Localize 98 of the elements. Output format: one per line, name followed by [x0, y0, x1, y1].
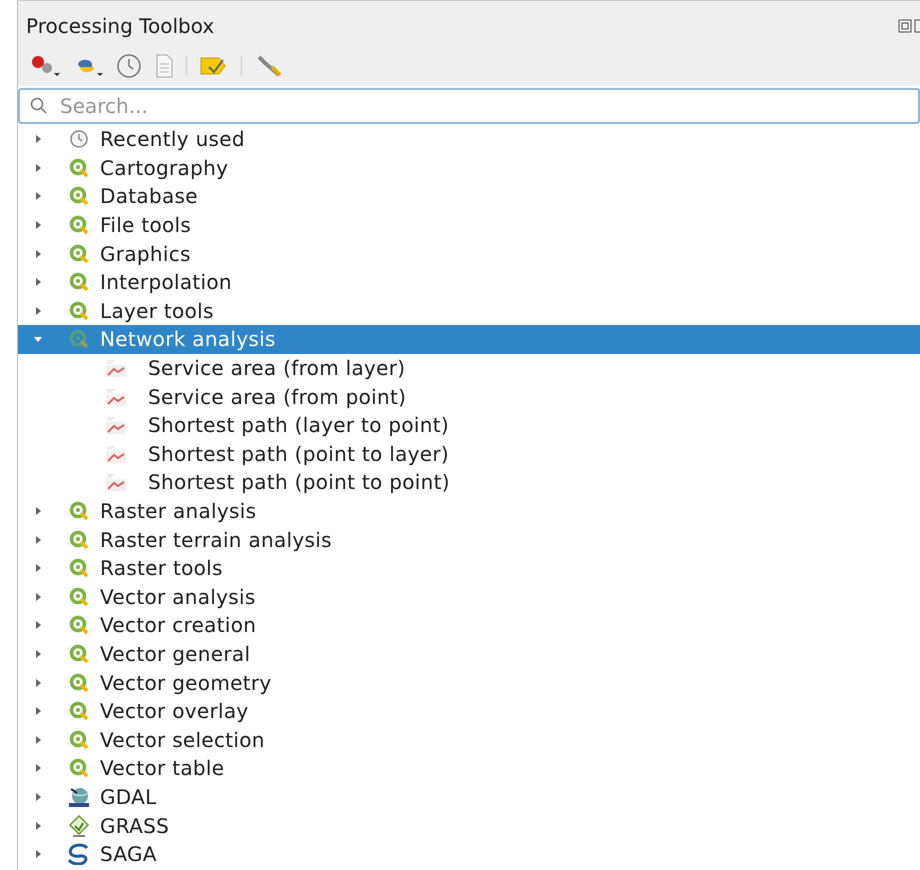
tree-item[interactable]: GDAL	[18, 782, 920, 812]
tree-item-label: File tools	[100, 212, 192, 240]
tree-item-label: Shortest path (layer to point)	[148, 412, 450, 440]
collapsed-arrow-icon[interactable]	[33, 134, 43, 144]
tree-item-label: Vector table	[100, 755, 224, 782]
qgis-logo-icon	[69, 672, 89, 693]
tree-item[interactable]: Shortest path (layer to point)	[18, 410, 920, 440]
tree-item-label: Shortest path (point to point)	[148, 469, 450, 496]
tree-item-label: Cartography	[100, 154, 228, 182]
tree-item-label: Recently used	[100, 126, 245, 154]
tree-item[interactable]: Service area (from layer)	[18, 354, 920, 382]
collapsed-arrow-icon[interactable]	[33, 792, 43, 802]
tree-item[interactable]: Raster analysis	[18, 496, 920, 526]
qgis-logo-icon	[69, 329, 89, 350]
tree-item[interactable]: Vector table	[18, 754, 920, 783]
tree-item-label: Vector selection	[100, 726, 265, 754]
collapsed-arrow-icon[interactable]	[33, 706, 43, 716]
tree-item-label: Vector analysis	[100, 584, 256, 611]
collapsed-arrow-icon[interactable]	[33, 849, 43, 860]
tree-item-label: Shortest path (point to layer)	[148, 440, 450, 468]
tree-item[interactable]: Vector general	[18, 640, 920, 668]
collapsed-arrow-icon[interactable]	[33, 563, 43, 574]
clock-icon[interactable]	[116, 53, 142, 79]
qgis-logo-icon	[69, 644, 89, 664]
collapsed-arrow-icon[interactable]	[33, 763, 43, 774]
tree-item[interactable]: SAGA	[18, 840, 920, 868]
tree-item[interactable]: Layer tools	[18, 296, 920, 326]
collapsed-arrow-icon[interactable]	[33, 620, 43, 630]
saga-logo-icon	[67, 843, 91, 866]
tree-item-label: Graphics	[100, 240, 191, 268]
qgis-logo-icon	[69, 300, 89, 321]
search-icon	[30, 97, 48, 115]
tree-item[interactable]: Network analysis	[18, 325, 920, 354]
tree-item[interactable]: Service area (from point)	[18, 382, 920, 411]
collapsed-arrow-icon[interactable]	[33, 191, 43, 202]
float-icon[interactable]	[898, 18, 912, 32]
qgis-logo-icon	[69, 501, 89, 522]
tree-item[interactable]: Graphics	[18, 239, 920, 268]
qgis-logo-icon	[69, 758, 89, 778]
collapsed-arrow-icon[interactable]	[33, 248, 43, 259]
tree-item-label: GDAL	[100, 784, 157, 811]
collapsed-arrow-icon[interactable]	[33, 592, 43, 602]
tree-item-label: Vector general	[100, 640, 250, 668]
tree-item[interactable]: File tools	[18, 210, 920, 240]
search-field[interactable]: Search...	[18, 88, 920, 124]
collapsed-arrow-icon[interactable]	[33, 648, 43, 659]
panel-title: Processing Toolbox	[26, 12, 214, 40]
tree-item-label: Raster terrain analysis	[100, 526, 332, 554]
tree-item-label: Layer tools	[100, 298, 214, 325]
tree-item[interactable]: Vector overlay	[18, 696, 920, 726]
tree-item-label: Vector overlay	[100, 698, 249, 726]
tree-item[interactable]: Vector geometry	[18, 668, 920, 697]
tree-item-label: Service area (from layer)	[148, 355, 406, 382]
tree-item-label: Vector geometry	[100, 670, 272, 697]
qgis-logo-icon	[69, 244, 89, 264]
collapsed-arrow-icon[interactable]	[33, 534, 43, 545]
qgis-logo-icon	[69, 158, 89, 178]
grass-logo-icon	[68, 814, 90, 837]
qgis-logo-icon	[69, 558, 89, 578]
tree-item-label: Raster analysis	[100, 498, 256, 526]
collapsed-arrow-icon[interactable]	[33, 277, 43, 288]
tree-item-label: SAGA	[100, 841, 157, 868]
qgis-logo-icon	[69, 586, 89, 607]
qgis-logo-icon	[69, 730, 89, 750]
tree-item[interactable]: Cartography	[18, 154, 920, 182]
collapsed-arrow-icon[interactable]	[33, 306, 43, 316]
tree-item[interactable]: Shortest path (point to layer)	[18, 440, 920, 468]
tree-item[interactable]: Recently used	[18, 125, 920, 154]
expanded-arrow-icon[interactable]	[33, 334, 43, 344]
collapsed-arrow-icon[interactable]	[33, 220, 43, 230]
qgis-logo-icon	[69, 615, 89, 636]
qgis-logo-icon	[69, 186, 89, 206]
qgis-logo-icon	[69, 701, 89, 722]
qgis-logo-icon	[69, 272, 89, 292]
tree-item[interactable]: Raster tools	[18, 554, 920, 582]
tree-item[interactable]: Vector creation	[18, 611, 920, 640]
collapsed-arrow-icon[interactable]	[33, 678, 43, 688]
tree-item[interactable]: Vector selection	[18, 725, 920, 754]
tree-item[interactable]: Interpolation	[18, 268, 920, 297]
collapsed-arrow-icon[interactable]	[33, 162, 43, 173]
tree-item-label: Network analysis	[100, 326, 276, 354]
tree-item[interactable]: Shortest path (point to point)	[18, 468, 920, 497]
qgis-logo-icon	[69, 530, 89, 550]
clock-icon	[69, 129, 89, 150]
tree-item-label: Service area (from point)	[148, 384, 406, 411]
tree-item[interactable]: GRASS	[18, 811, 920, 840]
collapsed-arrow-icon[interactable]	[33, 734, 43, 745]
collapsed-arrow-icon[interactable]	[33, 820, 43, 831]
tree-item-label: Interpolation	[100, 269, 232, 296]
qgis-logo-icon	[69, 215, 89, 236]
tree-item-label: Raster tools	[100, 555, 223, 582]
tree-item[interactable]: Vector analysis	[18, 582, 920, 612]
tree-item[interactable]: Raster terrain analysis	[18, 525, 920, 554]
tree-item-label: GRASS	[100, 812, 170, 840]
tree-item-label: Vector creation	[100, 612, 256, 640]
collapsed-arrow-icon[interactable]	[33, 506, 43, 516]
tree-item[interactable]: Database	[18, 182, 920, 211]
tree-item-label: Database	[100, 183, 198, 210]
